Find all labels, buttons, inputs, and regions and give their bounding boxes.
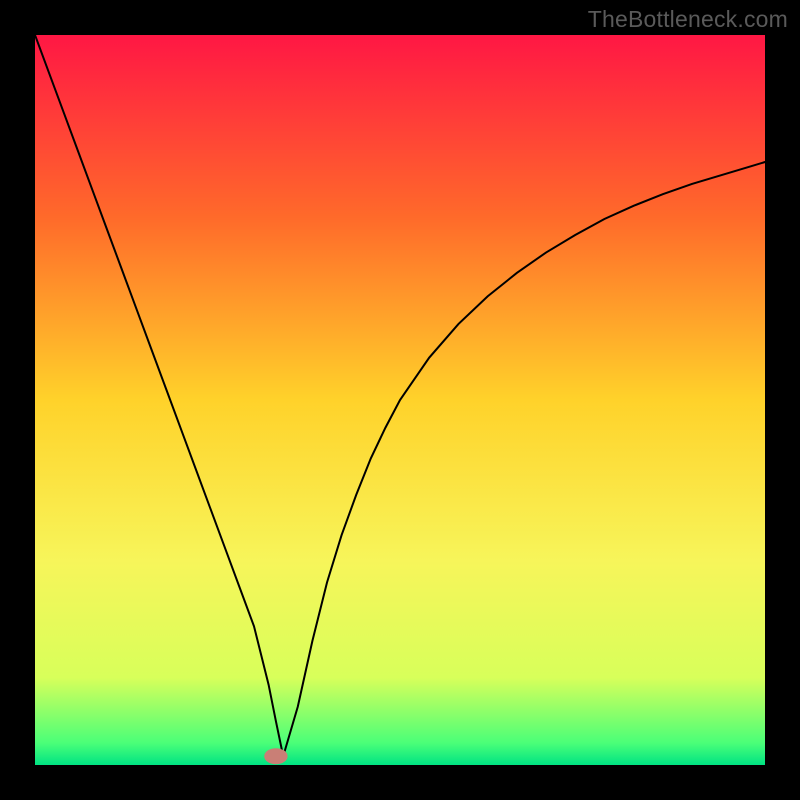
- watermark-text: TheBottleneck.com: [588, 6, 788, 33]
- chart-svg: [35, 35, 765, 765]
- chart-frame: TheBottleneck.com: [0, 0, 800, 800]
- minimum-marker: [264, 748, 287, 764]
- plot-area: [35, 35, 765, 765]
